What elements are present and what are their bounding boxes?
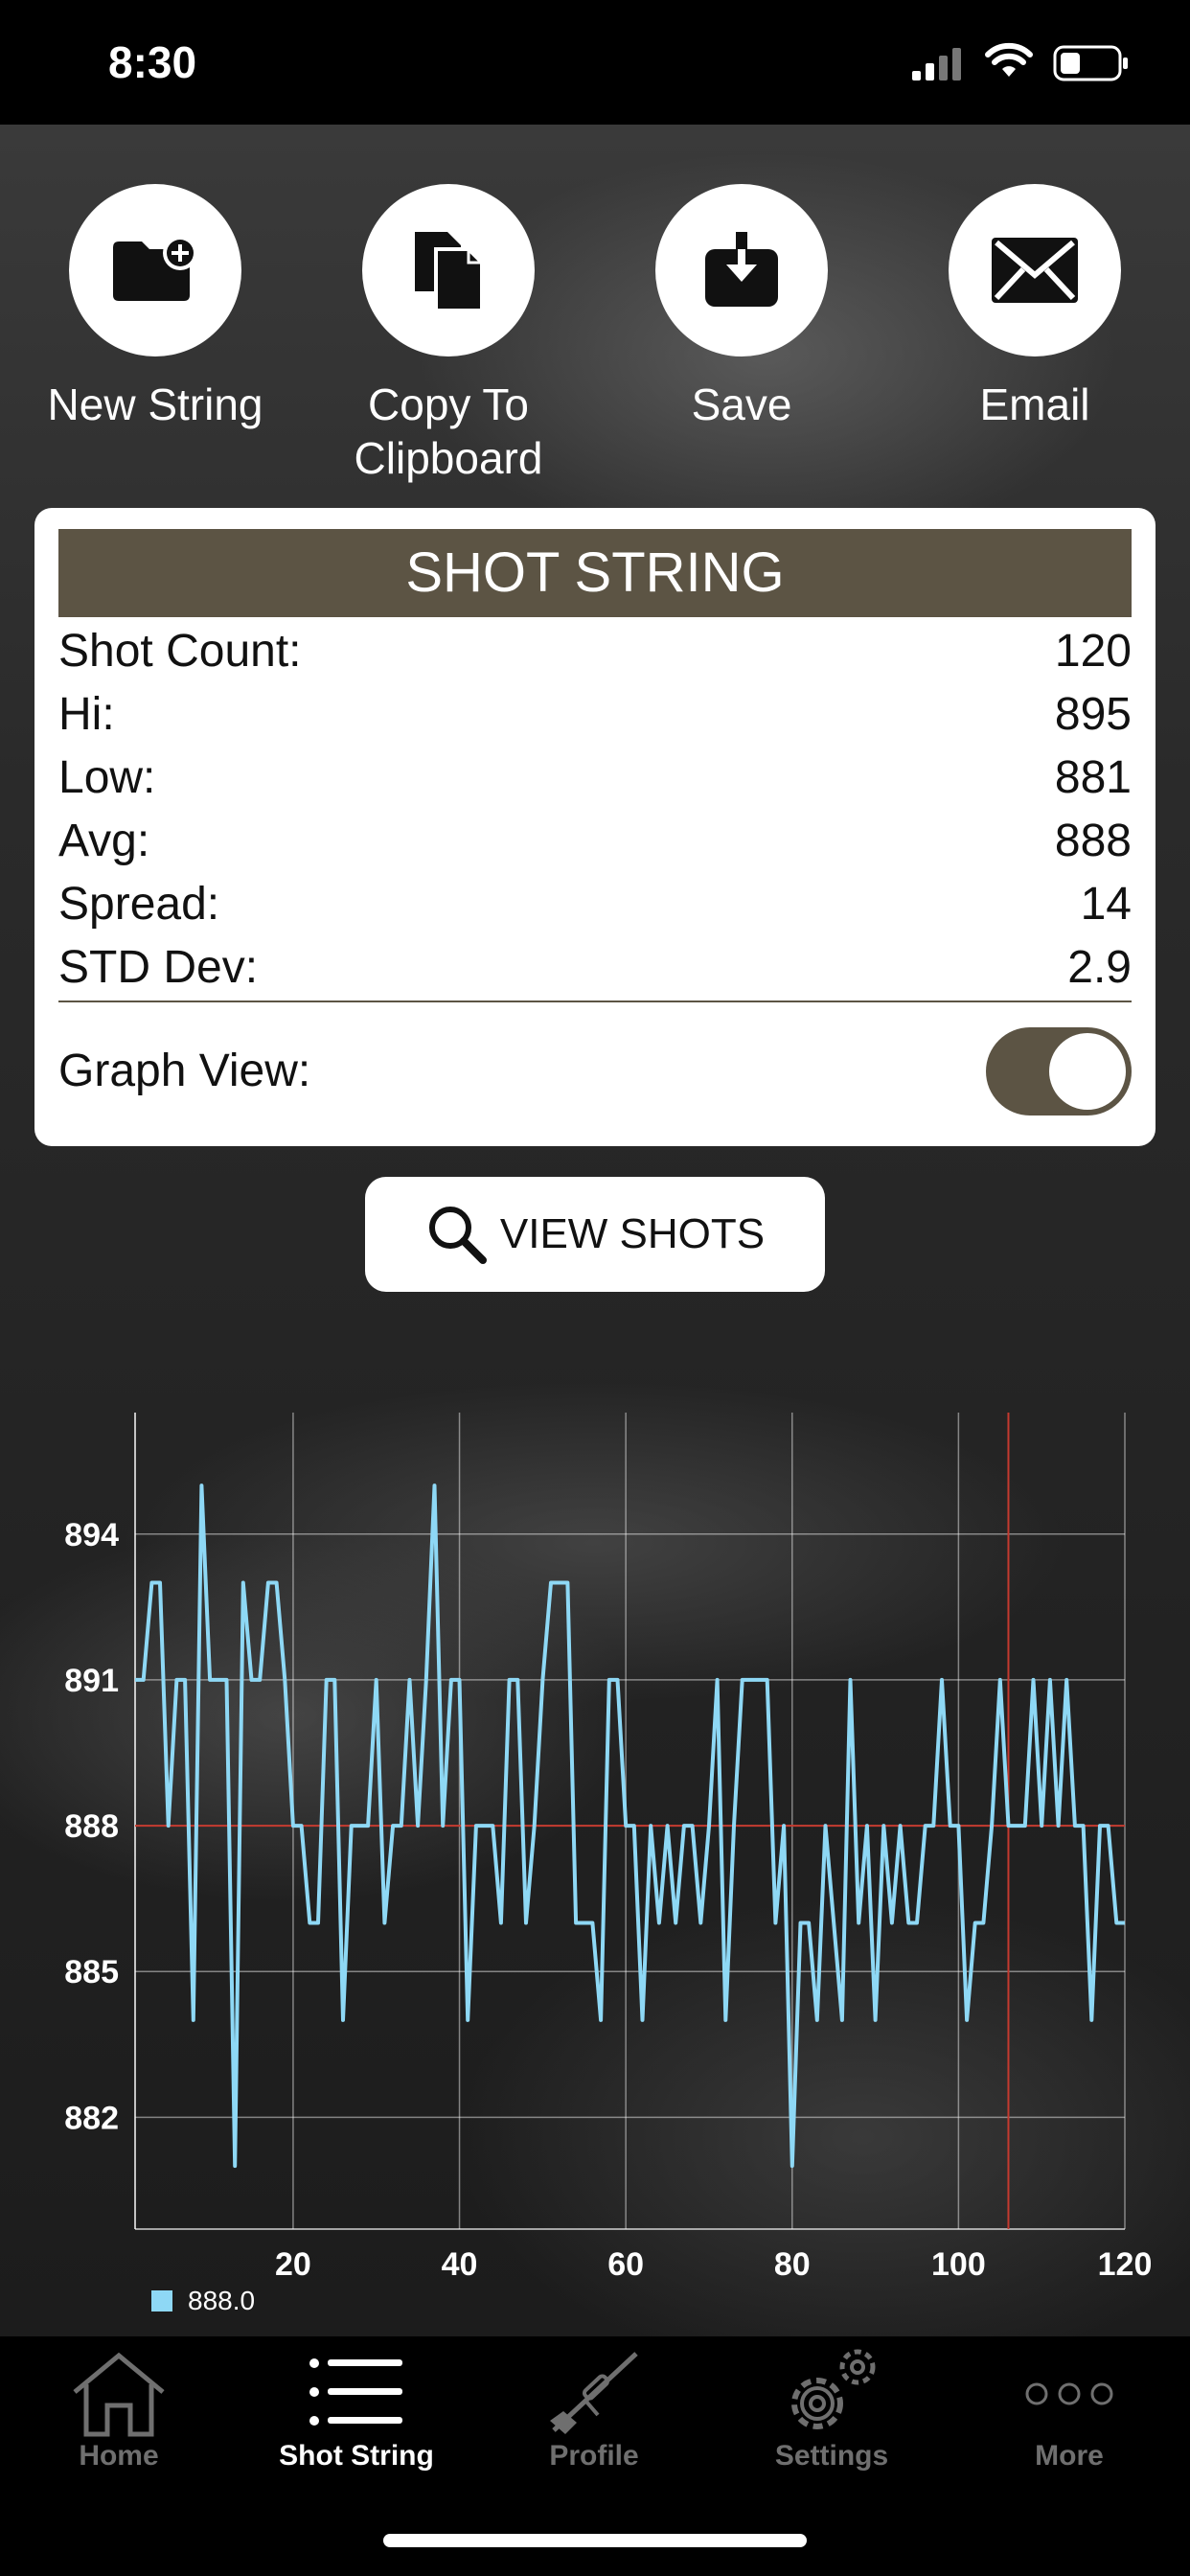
stat-label: Avg: xyxy=(58,816,150,866)
legend-swatch xyxy=(151,2290,172,2312)
tab-home[interactable]: Home xyxy=(0,2336,238,2480)
email-button[interactable]: Email xyxy=(925,184,1145,431)
save-circle[interactable] xyxy=(655,184,828,356)
shot-velocity-chart: 882 885 888 891 894 20 40 60 80 100 120 888.0 xyxy=(64,1413,1153,2315)
stat-row-spread: Spread: 14 xyxy=(58,874,1132,935)
toggle-knob[interactable] xyxy=(1049,1033,1126,1110)
email-circle[interactable] xyxy=(949,184,1121,356)
gear-icon xyxy=(791,2349,876,2429)
status-bar: 8:30 xyxy=(0,0,1190,125)
stat-value: 120 xyxy=(1054,626,1132,677)
y-tick-label: 885 xyxy=(64,1954,119,1990)
tab-shot-string-label: Shot String xyxy=(279,2440,434,2472)
tab-more-label: More xyxy=(1035,2440,1104,2472)
copy-to-clipboard-button[interactable]: Copy To Clipboard xyxy=(338,184,559,485)
stat-label: Spread: xyxy=(58,879,220,930)
folder-plus-icon xyxy=(113,236,197,301)
search-icon xyxy=(428,1207,487,1264)
new-string-button[interactable]: New String xyxy=(45,184,265,431)
stat-value: 14 xyxy=(1080,879,1132,930)
stat-row-low: Low: 881 xyxy=(58,748,1132,809)
tab-more[interactable]: More xyxy=(950,2336,1188,2480)
y-tick-label: 891 xyxy=(64,1663,119,1699)
home-indicator xyxy=(383,2534,807,2547)
y-tick-label: 882 xyxy=(64,2100,119,2136)
wifi-icon xyxy=(985,42,1033,77)
stat-row-shot-count: Shot Count: 120 xyxy=(58,621,1132,682)
x-tick-label: 80 xyxy=(774,2246,811,2283)
view-shots-button[interactable]: VIEW SHOTS xyxy=(365,1177,825,1292)
stat-row-std-dev: STD Dev: 2.9 xyxy=(58,937,1132,999)
save-button[interactable]: Save xyxy=(631,184,852,431)
tab-shot-string[interactable]: Shot String xyxy=(238,2336,475,2480)
cellular-signal-icon xyxy=(912,48,961,80)
copy-circle[interactable] xyxy=(362,184,535,356)
stat-value: 888 xyxy=(1054,816,1132,866)
stat-value: 881 xyxy=(1054,752,1132,803)
new-string-circle[interactable] xyxy=(69,184,241,356)
view-shots-label: VIEW SHOTS xyxy=(499,1210,766,1257)
copy-icon xyxy=(415,232,484,312)
save-label: Save xyxy=(691,380,792,429)
home-icon xyxy=(73,2352,165,2437)
y-tick-label: 894 xyxy=(64,1517,119,1553)
tab-settings-label: Settings xyxy=(774,2440,889,2472)
card-title: SHOT STRING xyxy=(58,529,1132,617)
shot-string-card: SHOT STRING Shot Count: 120 Hi: 895 Low:… xyxy=(34,508,1156,1146)
envelope-icon xyxy=(992,238,1078,303)
new-string-label: New String xyxy=(47,380,263,429)
stat-row-avg: Avg: 888 xyxy=(58,811,1132,872)
x-tick-label: 40 xyxy=(442,2246,478,2283)
graph-view-label: Graph View: xyxy=(58,1046,311,1096)
tab-home-label: Home xyxy=(79,2440,159,2472)
x-tick-label: 20 xyxy=(275,2246,311,2283)
graph-view-row: Graph View: xyxy=(58,1027,1132,1116)
status-time: 8:30 xyxy=(108,37,197,87)
x-tick-label: 100 xyxy=(931,2246,986,2283)
rifle-icon xyxy=(550,2352,638,2434)
copy-to-clipboard-label: Copy To Clipboard xyxy=(354,380,543,483)
stat-label: Low: xyxy=(58,752,156,803)
x-tick-label: 120 xyxy=(1098,2246,1153,2283)
y-tick-label: 888 xyxy=(64,1808,119,1845)
stat-label: STD Dev: xyxy=(58,942,259,993)
tab-profile-label: Profile xyxy=(549,2440,639,2472)
stat-value: 2.9 xyxy=(1067,942,1132,993)
graph-view-toggle[interactable] xyxy=(986,1027,1132,1116)
battery-icon xyxy=(1053,45,1128,81)
stat-value: 895 xyxy=(1054,689,1132,740)
legend-label: 888.0 xyxy=(188,2286,255,2315)
tab-profile[interactable]: Profile xyxy=(475,2336,713,2480)
stat-label: Shot Count: xyxy=(58,626,302,677)
more-icon xyxy=(1025,2382,1113,2405)
list-icon xyxy=(309,2358,402,2426)
stat-label: Hi: xyxy=(58,689,115,740)
card-divider xyxy=(58,1000,1132,1002)
tab-settings[interactable]: Settings xyxy=(713,2336,950,2480)
x-tick-label: 60 xyxy=(607,2246,644,2283)
download-icon xyxy=(705,232,778,307)
stat-row-hi: Hi: 895 xyxy=(58,684,1132,746)
email-label: Email xyxy=(979,380,1090,429)
